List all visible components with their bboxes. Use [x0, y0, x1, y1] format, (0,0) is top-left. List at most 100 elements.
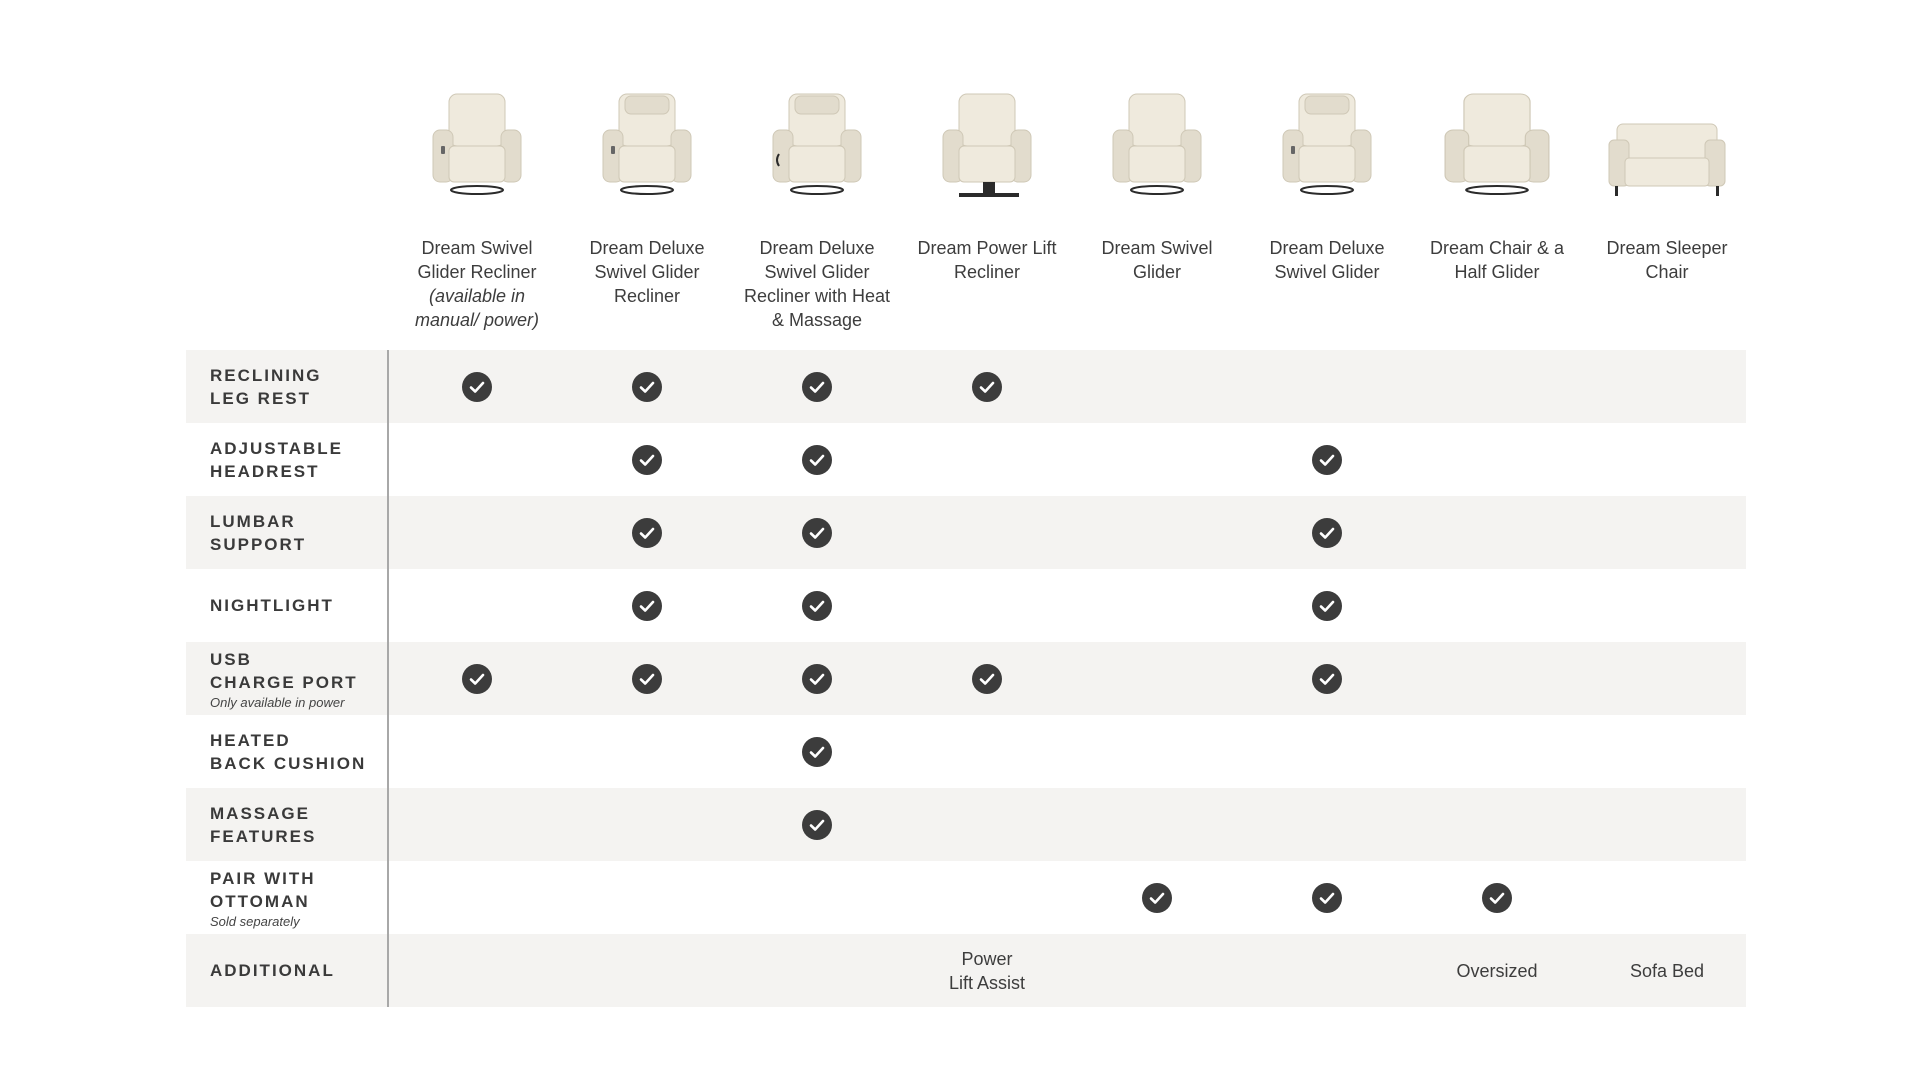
swivel-glider-recliner-image: [392, 80, 562, 200]
feature-cell: [1072, 715, 1242, 788]
feature-cell: [562, 642, 732, 715]
product-name-text: Dream Chair & a Half Glider: [1429, 238, 1565, 282]
feature-footnote: Sold separately: [210, 913, 300, 929]
feature-cell: [732, 861, 902, 934]
product-name: Dream Deluxe Swivel Glider: [1242, 236, 1412, 284]
feature-name: NIGHTLIGHT: [210, 596, 334, 615]
product-name-text: Dream Power Lift Recliner: [917, 238, 1057, 282]
feature-row: USB CHARGE PORT Only available in power: [186, 642, 1746, 715]
additional-cell: [1072, 934, 1242, 1007]
check-circle-icon: [802, 663, 832, 694]
feature-cell: [392, 715, 562, 788]
feature-cell: [1072, 569, 1242, 642]
feature-label: HEATED BACK CUSHION: [186, 715, 389, 788]
feature-cell: [1412, 642, 1582, 715]
additional-cell: [732, 934, 902, 1007]
feature-cell: [732, 496, 902, 569]
feature-cell: [1242, 569, 1412, 642]
feature-cell: [732, 423, 902, 496]
feature-cell: [732, 642, 902, 715]
feature-cell: [902, 496, 1072, 569]
feature-cell: [1412, 423, 1582, 496]
feature-cell: [392, 788, 562, 861]
feature-footnote: Only available in power: [210, 694, 345, 710]
product-name-text: Dream Swivel Glider Recliner: [417, 238, 537, 282]
feature-cell: [1412, 496, 1582, 569]
swivel-glider-image: [1072, 80, 1242, 200]
feature-cell: [1582, 569, 1752, 642]
feature-label: LUMBAR SUPPORT: [186, 496, 389, 569]
feature-row: NIGHTLIGHT: [186, 569, 1746, 642]
product-column-3: Dream Deluxe Swivel Glider Recliner with…: [732, 80, 902, 332]
feature-cell: [392, 350, 562, 423]
feature-name: PAIR WITH OTTOMAN: [210, 868, 316, 911]
feature-cell: [562, 788, 732, 861]
product-name-text: Dream Deluxe Swivel Glider Recliner with…: [743, 238, 891, 330]
product-name-text: Dream Deluxe Swivel Glider Recliner: [589, 238, 705, 306]
feature-cell: [1242, 861, 1412, 934]
product-column-1: Dream Swivel Glider Recliner (available i…: [392, 80, 562, 332]
feature-cell: [1582, 423, 1752, 496]
feature-row: RECLINING LEG REST: [186, 350, 1746, 423]
product-column-4: Dream Power Lift Recliner: [902, 80, 1072, 284]
feature-cell: [902, 423, 1072, 496]
check-circle-icon: [802, 590, 832, 621]
feature-cell: [1072, 642, 1242, 715]
product-name: Dream Power Lift Recliner: [902, 236, 1072, 284]
feature-name: LUMBAR SUPPORT: [210, 511, 307, 554]
check-circle-icon: [802, 517, 832, 548]
check-circle-icon: [972, 663, 1002, 694]
additional-cell: [562, 934, 732, 1007]
additional-cell: Sofa Bed: [1582, 934, 1752, 1007]
feature-cell: [1412, 861, 1582, 934]
feature-name: RECLINING LEG REST: [210, 365, 322, 408]
feature-cell: [392, 569, 562, 642]
product-name-text: Dream Deluxe Swivel Glider: [1269, 238, 1385, 282]
feature-cell: [392, 861, 562, 934]
product-availability-note: (available in manual/ power): [414, 286, 540, 330]
feature-cell: [732, 715, 902, 788]
product-column-8: Dream Sleeper Chair: [1582, 80, 1752, 284]
feature-cell: [1242, 715, 1412, 788]
check-circle-icon: [802, 809, 832, 840]
sleeper-chair-image: [1582, 80, 1752, 200]
feature-cell: [562, 861, 732, 934]
feature-cell: [1242, 496, 1412, 569]
feature-name: MASSAGE FEATURES: [210, 803, 317, 846]
feature-label: MASSAGE FEATURES: [186, 788, 389, 861]
feature-cell: [562, 496, 732, 569]
check-circle-icon: [462, 371, 492, 402]
product-name-text: Dream Sleeper Chair: [1606, 238, 1728, 282]
check-circle-icon: [632, 444, 662, 475]
feature-cell: [1582, 861, 1752, 934]
additional-cell: Power Lift Assist: [902, 934, 1072, 1007]
feature-row: LUMBAR SUPPORT: [186, 496, 1746, 569]
feature-cell: [1072, 423, 1242, 496]
check-circle-icon: [1482, 882, 1512, 913]
deluxe-heat-massage-recliner-image: [732, 80, 902, 200]
feature-cell: [1582, 715, 1752, 788]
check-circle-icon: [802, 444, 832, 475]
product-name: Dream Swivel Glider: [1072, 236, 1242, 284]
feature-cell: [1582, 350, 1752, 423]
feature-cell: [1582, 788, 1752, 861]
feature-label: ADDITIONAL: [186, 934, 389, 1007]
check-circle-icon: [632, 663, 662, 694]
feature-cell: [1072, 861, 1242, 934]
product-header: Dream Swivel Glider Recliner (available i…: [186, 0, 1746, 350]
feature-name: ADDITIONAL: [210, 961, 335, 980]
feature-cell: [1242, 788, 1412, 861]
feature-cell: [1582, 496, 1752, 569]
check-circle-icon: [1312, 882, 1342, 913]
feature-row: PAIR WITH OTTOMAN Sold separately: [186, 861, 1746, 934]
additional-cell: Oversized: [1412, 934, 1582, 1007]
chair-and-a-half-glider-image: [1412, 80, 1582, 200]
additional-feature-text: Oversized: [1456, 960, 1538, 981]
product-name: Dream Deluxe Swivel Glider Recliner: [562, 236, 732, 308]
feature-cell: [1242, 642, 1412, 715]
feature-cell: [1072, 788, 1242, 861]
feature-cell: [562, 423, 732, 496]
additional-feature-text: Sofa Bed: [1629, 960, 1705, 981]
feature-cell: [902, 788, 1072, 861]
feature-cell: [1242, 350, 1412, 423]
